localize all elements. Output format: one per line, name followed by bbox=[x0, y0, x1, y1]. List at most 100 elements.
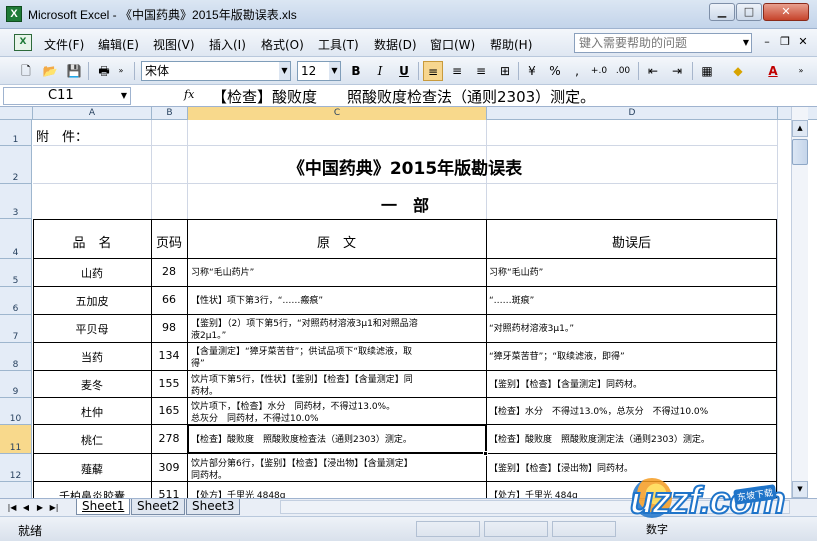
entry-name[interactable]: 山药 bbox=[33, 265, 151, 281]
decrease-indent-icon[interactable]: ⇤ bbox=[643, 61, 663, 81]
menu-window[interactable]: 窗口(W) bbox=[430, 36, 475, 53]
row-header[interactable]: 10 bbox=[0, 398, 31, 425]
prev-sheet-icon[interactable]: ◀ bbox=[20, 501, 32, 514]
column-header-b[interactable]: B bbox=[152, 107, 188, 120]
header-page[interactable]: 页码 bbox=[151, 232, 187, 251]
entry-original[interactable]: 【处方】千里光 4848g bbox=[191, 488, 485, 498]
entry-page[interactable]: 155 bbox=[151, 377, 187, 390]
minimize-button[interactable]: ▁ bbox=[709, 3, 735, 21]
close-button[interactable]: ✕ bbox=[763, 3, 809, 21]
worksheet-grid[interactable]: 附 件： 《中国药典》2015年版勘误表 一 部 品 名 页码 原 文 勘误后 … bbox=[33, 120, 791, 498]
help-search-input[interactable]: 键入需要帮助的问题 bbox=[574, 33, 752, 53]
entry-corrected[interactable]: 【鉴别】【检查】【浸出物】同药材。 bbox=[489, 461, 775, 474]
fill-color-icon[interactable]: ◆ bbox=[728, 61, 748, 81]
menu-view[interactable]: 视图(V) bbox=[153, 36, 195, 53]
next-sheet-icon[interactable]: ▶ bbox=[34, 501, 46, 514]
entry-page[interactable]: 134 bbox=[151, 349, 187, 362]
menu-file[interactable]: 文件(F) bbox=[44, 36, 84, 53]
chevron-down-icon[interactable]: ▼ bbox=[740, 34, 752, 52]
entry-original-line2[interactable]: 得” bbox=[191, 356, 485, 369]
borders-icon[interactable]: ▦ bbox=[697, 61, 717, 81]
chevron-down-icon[interactable]: ▼ bbox=[329, 62, 340, 80]
header-name[interactable]: 品 名 bbox=[33, 232, 151, 251]
entry-name[interactable]: 千柏鼻炎胶囊 bbox=[33, 488, 151, 498]
sheet-title[interactable]: 《中国药典》2015年版勘误表 bbox=[33, 154, 777, 179]
row-header[interactable]: 3 bbox=[0, 184, 31, 219]
increase-indent-icon[interactable]: ⇥ bbox=[667, 61, 687, 81]
entry-original-line2[interactable]: 药材。 bbox=[191, 384, 485, 397]
entry-page[interactable]: 309 bbox=[151, 461, 187, 474]
menu-data[interactable]: 数据(D) bbox=[374, 36, 417, 53]
entry-original-line2[interactable]: 同药材。 bbox=[191, 468, 485, 481]
scroll-up-icon[interactable]: ▲ bbox=[792, 120, 808, 137]
row-header[interactable]: 6 bbox=[0, 287, 31, 315]
menu-edit[interactable]: 编辑(E) bbox=[98, 36, 139, 53]
column-header-d[interactable]: D bbox=[487, 107, 778, 120]
workbook-restore-button[interactable]: ❐ bbox=[778, 35, 792, 48]
formula-input[interactable]: 【检查】酸败度 照酸败度检查法（通则2303）测定。 bbox=[212, 86, 595, 107]
entry-page[interactable]: 98 bbox=[151, 321, 187, 334]
entry-page[interactable]: 165 bbox=[151, 404, 187, 417]
workbook-minimize-button[interactable]: – bbox=[760, 35, 774, 48]
entry-corrected[interactable]: “獐牙菜苦苷”；“取续滤液，即得” bbox=[489, 349, 775, 362]
active-cell-selection[interactable] bbox=[187, 424, 487, 454]
entry-original[interactable]: 习称“毛山药片” bbox=[191, 265, 485, 278]
menu-tools[interactable]: 工具(T) bbox=[318, 36, 359, 53]
font-name-select[interactable]: 宋体 bbox=[141, 61, 291, 81]
merge-center-icon[interactable]: ⊞ bbox=[495, 61, 515, 81]
increase-decimal-button[interactable]: +.0 bbox=[589, 61, 609, 81]
menu-insert[interactable]: 插入(I) bbox=[209, 36, 246, 53]
open-folder-icon[interactable]: 📂 bbox=[40, 61, 60, 81]
entry-corrected[interactable]: 【检查】水分 不得过13.0%，总灰分 不得过10.0% bbox=[489, 404, 775, 417]
bold-button[interactable]: B bbox=[346, 61, 366, 81]
entry-name[interactable]: 平贝母 bbox=[33, 321, 151, 337]
print-icon[interactable]: 🖶 bbox=[94, 61, 114, 81]
entry-original[interactable]: 【性状】项下第3行，“……瘢痕” bbox=[191, 293, 485, 306]
entry-corrected[interactable]: 习称“毛山药” bbox=[489, 265, 775, 278]
entry-page[interactable]: 28 bbox=[151, 265, 187, 278]
align-center-icon[interactable]: ≡ bbox=[447, 61, 467, 81]
row-header[interactable]: 2 bbox=[0, 146, 31, 184]
entry-name[interactable]: 当药 bbox=[33, 349, 151, 365]
header-corrected[interactable]: 勘误后 bbox=[486, 232, 777, 251]
row-header[interactable]: 8 bbox=[0, 343, 31, 371]
toolbar-options-icon[interactable]: » bbox=[795, 61, 807, 81]
scroll-thumb[interactable] bbox=[792, 139, 808, 165]
chevron-down-icon[interactable]: ▼ bbox=[279, 62, 290, 80]
percent-button[interactable]: % bbox=[545, 61, 565, 81]
menu-format[interactable]: 格式(O) bbox=[261, 36, 304, 53]
column-header-c[interactable]: C bbox=[188, 107, 487, 120]
column-header-a[interactable]: A bbox=[33, 107, 152, 120]
tab-sheet2[interactable]: Sheet2 bbox=[131, 499, 186, 515]
vertical-scrollbar[interactable]: ▲ ▼ bbox=[791, 107, 808, 498]
entry-page[interactable]: 278 bbox=[151, 432, 187, 445]
entry-name[interactable]: 麦冬 bbox=[33, 377, 151, 393]
entry-corrected[interactable]: 【检查】酸败度 照酸败度测定法（通则2303）测定。 bbox=[489, 432, 775, 445]
select-all-corner[interactable] bbox=[0, 107, 33, 120]
entry-name[interactable]: 桃仁 bbox=[33, 432, 151, 448]
attachment-label[interactable]: 附 件： bbox=[36, 126, 88, 145]
workbook-icon[interactable]: X bbox=[14, 34, 32, 51]
tab-sheet1[interactable]: Sheet1 bbox=[76, 499, 131, 515]
currency-icon[interactable]: ¥ bbox=[522, 61, 542, 81]
tab-sheet3[interactable]: Sheet3 bbox=[186, 499, 241, 515]
entry-name[interactable]: 五加皮 bbox=[33, 293, 151, 309]
row-header[interactable]: 12 bbox=[0, 454, 31, 482]
entry-corrected[interactable]: “……斑痕” bbox=[489, 293, 775, 306]
italic-button[interactable]: I bbox=[370, 61, 390, 81]
row-header[interactable]: 7 bbox=[0, 315, 31, 343]
new-document-icon[interactable]: 🗋 bbox=[16, 61, 36, 81]
row-header[interactable]: 9 bbox=[0, 371, 31, 398]
first-sheet-icon[interactable]: |◀ bbox=[6, 501, 18, 514]
row-header[interactable]: 5 bbox=[0, 259, 31, 287]
chevron-down-icon[interactable]: ▼ bbox=[118, 88, 130, 104]
font-color-button[interactable]: A bbox=[763, 61, 783, 81]
entry-original-line2[interactable]: 液2μ1。” bbox=[191, 328, 485, 341]
menu-help[interactable]: 帮助(H) bbox=[490, 36, 532, 53]
maximize-button[interactable]: □ bbox=[736, 3, 762, 21]
entry-page[interactable]: 511 bbox=[151, 488, 187, 498]
name-box[interactable]: C11 bbox=[3, 87, 131, 105]
fx-icon[interactable]: fx bbox=[184, 88, 194, 101]
entry-corrected[interactable]: “对照药材溶液3μ1。” bbox=[489, 321, 775, 334]
entry-page[interactable]: 66 bbox=[151, 293, 187, 306]
